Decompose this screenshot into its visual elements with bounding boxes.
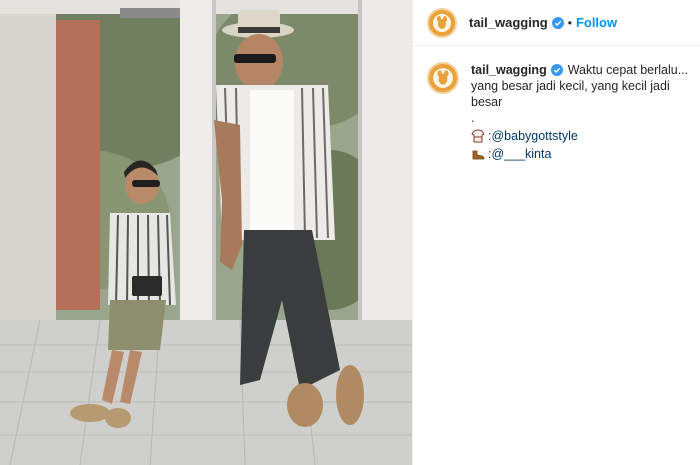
caption-line-3: besar bbox=[471, 95, 503, 109]
dog-logo-icon bbox=[433, 68, 453, 88]
verified-badge-icon bbox=[550, 64, 563, 76]
caption-line-2: yang besar jadi kecil, yang kecil jadi bbox=[471, 79, 670, 93]
dog-logo-icon bbox=[433, 13, 451, 32]
shoe-icon bbox=[472, 150, 485, 160]
caption-first-text: Waktu cepat berlalu... bbox=[567, 63, 689, 77]
credit-shirt-mention[interactable]: @babygottstyle bbox=[491, 128, 577, 144]
verified-badge-icon bbox=[551, 16, 564, 29]
follow-button[interactable]: Follow bbox=[576, 15, 617, 30]
caption-avatar[interactable] bbox=[427, 62, 459, 94]
credit-shoe-mention[interactable]: @___kinta bbox=[491, 146, 551, 162]
credit-shoe: : @___kinta bbox=[471, 146, 688, 162]
header-username[interactable]: tail_wagging bbox=[469, 15, 548, 30]
credit-shirt: : @babygottstyle bbox=[471, 128, 688, 144]
header-separator: • bbox=[567, 15, 572, 30]
post-photo[interactable] bbox=[0, 0, 412, 465]
profile-avatar[interactable] bbox=[427, 7, 457, 38]
caption-username[interactable]: tail_wagging bbox=[471, 62, 547, 78]
caption: tail_wagging Waktu cepat berlalu... yang… bbox=[427, 62, 689, 162]
caption-first-line: tail_wagging Waktu cepat berlalu... bbox=[471, 62, 688, 78]
post-header: tail_wagging • Follow bbox=[413, 0, 700, 46]
caption-dot-line: . bbox=[471, 111, 475, 125]
shirt-icon bbox=[471, 129, 485, 143]
post-side-panel: tail_wagging • Follow tail_wagging Waktu… bbox=[412, 0, 700, 465]
post-photo-illustration bbox=[0, 0, 412, 465]
caption-text: tail_wagging Waktu cepat berlalu... yang… bbox=[471, 62, 688, 162]
